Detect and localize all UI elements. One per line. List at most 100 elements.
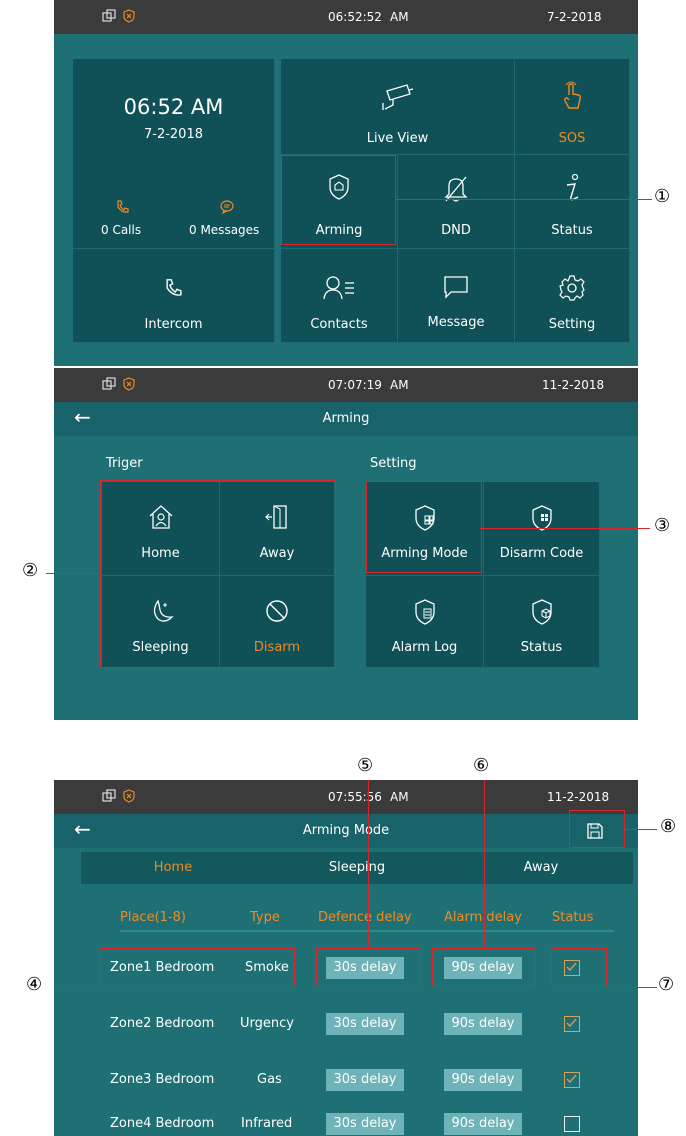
callout-4: ④ <box>26 974 43 995</box>
dnd-tile[interactable]: DND <box>398 155 515 249</box>
setting-tile[interactable]: Setting <box>515 249 630 343</box>
message-tile[interactable]: Message <box>398 249 515 343</box>
header-status: Status <box>552 910 594 925</box>
intercom-tile[interactable]: Intercom <box>73 249 275 343</box>
callout-line-4 <box>54 987 100 988</box>
row-place: Zone2 Bedroom <box>110 1016 215 1031</box>
sos-hand-icon <box>564 81 582 109</box>
highlight-trigger-grid <box>100 480 336 668</box>
status-date: 11-2-2018 <box>542 378 605 392</box>
arming-mode-screen: 07:55:56 AM 11-2-2018 ← Arming Mode Home… <box>54 780 638 1136</box>
highlight-save <box>569 810 625 848</box>
setting-section-label: Setting <box>370 456 417 471</box>
arming-status-tile[interactable]: Status <box>484 576 600 668</box>
setting-label: Setting <box>548 317 596 332</box>
status-date: 11-2-2018 <box>547 790 610 804</box>
alarm-log-label: Alarm Log <box>391 640 458 655</box>
row-type: Urgency <box>240 1016 294 1031</box>
highlight-status <box>551 948 607 986</box>
row-place: Zone4 Bedroom <box>110 1116 215 1131</box>
window-icon <box>102 9 116 22</box>
status-ampm: AM <box>390 790 409 804</box>
callout-7: ⑦ <box>658 974 675 995</box>
callout-line-5 <box>368 780 369 949</box>
callout-line-7 <box>607 987 657 988</box>
sos-tile[interactable]: SOS <box>515 59 630 155</box>
arming-status-label: Status <box>520 640 563 655</box>
tab-bar: Home Sleeping Away <box>81 852 633 884</box>
callout-line-6 <box>484 780 485 949</box>
row-type: Infrared <box>241 1116 293 1131</box>
shield-log-icon <box>414 599 435 625</box>
sos-label: SOS <box>558 131 586 146</box>
callout-6: ⑥ <box>473 755 490 776</box>
callout-line-1 <box>396 199 652 200</box>
status-checkbox[interactable] <box>564 1016 580 1032</box>
callout-line-2 <box>46 573 102 574</box>
alarm-delay-select[interactable]: 90s delay <box>444 1113 522 1135</box>
callout-2: ② <box>22 560 39 581</box>
header-alarm: Alarm delay <box>444 910 522 925</box>
alarm-delay-select[interactable]: 90s delay <box>444 1013 522 1035</box>
message-label: Message <box>427 315 485 330</box>
callout-line-8 <box>625 829 657 830</box>
status-label: Status <box>551 223 593 238</box>
calls-count[interactable]: 0 Calls <box>101 223 141 237</box>
window-icon <box>102 377 116 390</box>
highlight-arming-mode <box>366 481 482 573</box>
highlight-place-type <box>99 948 295 986</box>
nav-bar: ← Arming <box>54 402 638 436</box>
defence-delay-select[interactable]: 30s delay <box>326 1069 404 1091</box>
shield-x-icon <box>123 789 135 803</box>
status-checkbox[interactable] <box>564 1072 580 1088</box>
live-view-label: Live View <box>366 131 429 146</box>
highlight-alarm <box>432 948 536 986</box>
phone-icon <box>117 200 129 213</box>
callout-1: ① <box>654 186 671 207</box>
live-view-tile[interactable]: Live View <box>281 59 515 155</box>
shield-cube-icon <box>531 599 552 625</box>
status-tile[interactable]: Status <box>515 155 630 249</box>
disarm-code-label: Disarm Code <box>499 546 584 561</box>
message-bubble-icon <box>220 200 234 215</box>
alarm-delay-select[interactable]: 90s delay <box>444 1069 522 1091</box>
message-icon <box>444 276 468 299</box>
tab-sleeping[interactable]: Sleeping <box>265 852 449 884</box>
intercom-label: Intercom <box>144 317 203 332</box>
status-time: 06:52:52 <box>328 10 382 24</box>
header-place: Place(1-8) <box>120 910 186 925</box>
status-time: 07:07:19 <box>328 378 382 392</box>
home-screen: 06:52:52 AM 7-2-2018 06:52 AM 7-2-2018 0… <box>54 0 638 366</box>
alarm-log-tile[interactable]: Alarm Log <box>366 576 484 668</box>
status-ampm: AM <box>390 378 409 392</box>
contacts-icon <box>323 276 354 300</box>
defence-delay-select[interactable]: 30s delay <box>326 1113 404 1135</box>
clock-date: 7-2-2018 <box>143 127 203 142</box>
clock-panel: 06:52 AM 7-2-2018 0 Calls 0 Messages <box>73 59 275 249</box>
highlight-defence <box>316 948 420 986</box>
header-divider <box>120 930 614 932</box>
status-date: 7-2-2018 <box>547 10 602 24</box>
callout-3: ③ <box>654 515 671 536</box>
gear-icon <box>559 275 585 301</box>
status-checkbox[interactable] <box>564 1116 580 1132</box>
clock-time: 06:52 AM <box>123 95 224 119</box>
contacts-tile[interactable]: Contacts <box>281 249 398 343</box>
status-ampm: AM <box>390 10 409 24</box>
tab-away[interactable]: Away <box>449 852 633 884</box>
page-title: Arming Mode <box>302 823 390 838</box>
arming-screen: 07:07:19 AM 11-2-2018 ← Arming Triger Se… <box>54 368 638 720</box>
nav-bar: ← Arming Mode <box>54 814 638 848</box>
contacts-label: Contacts <box>310 317 368 332</box>
status-bar: 06:52:52 AM 7-2-2018 <box>54 0 638 34</box>
status-time: 07:55:56 <box>328 790 382 804</box>
tab-home[interactable]: Home <box>81 852 265 884</box>
row-place: Zone3 Bedroom <box>110 1072 215 1087</box>
defence-delay-select[interactable]: 30s delay <box>326 1013 404 1035</box>
callout-5: ⑤ <box>357 755 374 776</box>
disarm-code-tile[interactable]: Disarm Code <box>484 482 600 576</box>
messages-count[interactable]: 0 Messages <box>189 223 259 237</box>
shield-x-icon <box>123 9 135 23</box>
header-type: Type <box>250 910 280 925</box>
header-defence: Defence delay <box>318 910 412 925</box>
